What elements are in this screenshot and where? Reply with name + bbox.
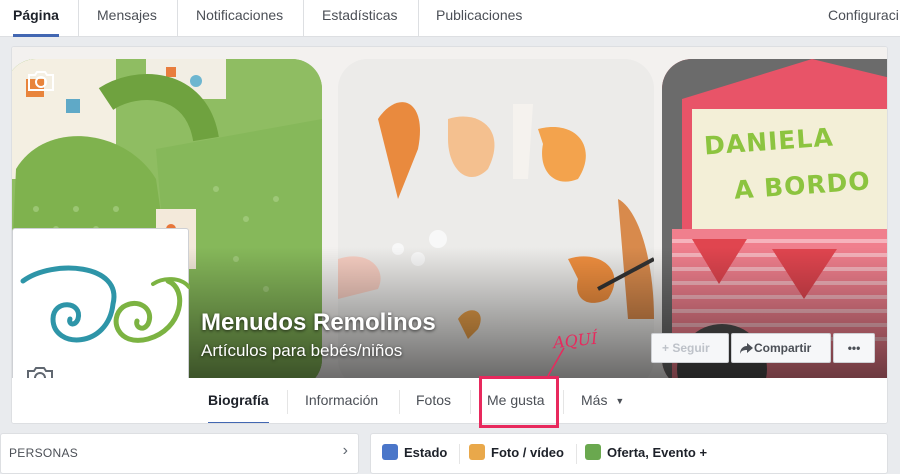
pencil-icon: [382, 444, 398, 460]
composer-status-tab[interactable]: Estado: [382, 442, 447, 464]
composer-offer-label: Oferta, Evento +: [607, 445, 708, 460]
composer-photo-label: Foto / vídeo: [491, 445, 564, 460]
tab-biografia[interactable]: Biografía: [208, 378, 269, 423]
page-admin-nav: Página Mensajes Notificaciones Estadísti…: [0, 0, 900, 37]
cover-camera-icon[interactable]: [26, 69, 56, 93]
composer-divider: [459, 444, 460, 464]
tab-publicaciones[interactable]: Publicaciones: [436, 0, 522, 37]
composer-photo-tab[interactable]: Foto / vídeo: [469, 442, 564, 464]
tab-mas[interactable]: Más ▼: [581, 378, 625, 423]
page-tabs: Biografía Información Fotos Me gusta Más…: [12, 378, 887, 423]
offer-tag-icon: [585, 444, 601, 460]
composer-divider: [576, 444, 577, 464]
tab-divider: [470, 390, 471, 414]
tab-divider: [287, 390, 288, 414]
tab-informacion[interactable]: Información: [305, 378, 378, 423]
page-category[interactable]: Artículos para bebés/niños: [201, 341, 402, 361]
nav-divider: [78, 0, 79, 37]
tab-notificaciones[interactable]: Notificaciones: [196, 0, 283, 37]
nav-divider: [303, 0, 304, 37]
page-header-card: DANIELA A BORDO Menudos Remolinos Artícu…: [11, 46, 888, 424]
more-options-button[interactable]: •••: [833, 333, 875, 363]
tab-configuracion[interactable]: Configuraci: [828, 0, 899, 37]
nav-divider: [177, 0, 178, 37]
post-composer: Estado Foto / vídeo Oferta, Evento +: [370, 433, 888, 474]
tab-mas-label: Más: [581, 392, 608, 408]
plus-icon: +: [662, 341, 673, 355]
ellipsis-icon: •••: [847, 341, 861, 355]
follow-label: Seguir: [672, 341, 710, 355]
caret-down-icon: ▼: [615, 396, 625, 406]
share-button[interactable]: Compartir: [731, 333, 831, 363]
annotation-highlight-box: [479, 376, 559, 428]
tab-mensajes[interactable]: Mensajes: [97, 0, 157, 37]
composer-offer-tab[interactable]: Oferta, Evento +: [585, 442, 707, 464]
share-label: Compartir: [754, 341, 812, 355]
people-panel[interactable]: PERSONAS ›: [0, 433, 359, 474]
composer-status-label: Estado: [404, 445, 448, 460]
tab-divider: [563, 390, 564, 414]
share-arrow-icon: [740, 336, 754, 364]
tab-fotos[interactable]: Fotos: [416, 378, 451, 423]
nav-divider: [418, 0, 419, 37]
follow-button[interactable]: + Seguir: [651, 333, 729, 363]
page-name[interactable]: Menudos Remolinos: [201, 309, 436, 337]
chevron-right-icon[interactable]: ›: [343, 442, 348, 460]
tab-divider: [399, 390, 400, 414]
people-panel-title: PERSONAS: [9, 446, 79, 460]
camera-photo-icon: [469, 444, 485, 460]
annotation-arrow: [547, 347, 565, 377]
tab-pagina[interactable]: Página: [13, 0, 59, 37]
tab-estadisticas[interactable]: Estadísticas: [322, 0, 397, 37]
